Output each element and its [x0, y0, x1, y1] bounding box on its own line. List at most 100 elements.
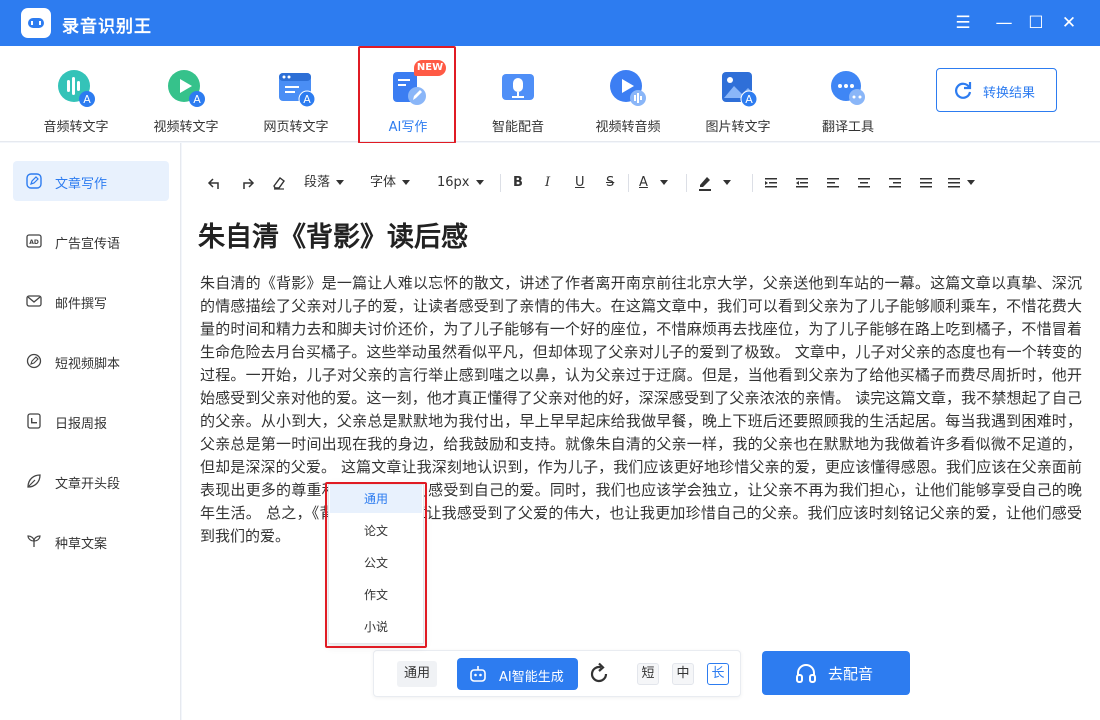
- font-color-icon: A: [639, 175, 648, 190]
- eraser-icon[interactable]: [271, 173, 287, 193]
- sidebar-item-article-writing[interactable]: 文章写作: [13, 161, 169, 201]
- chevron-down-icon: [336, 180, 345, 185]
- divider: [686, 174, 687, 192]
- align-justify-icon[interactable]: [919, 173, 933, 193]
- svg-text:A: A: [303, 93, 311, 106]
- align-right-icon[interactable]: [888, 173, 902, 193]
- tool-label: 网页转文字: [263, 120, 329, 135]
- tool-video-to-audio[interactable]: 视频转音频: [578, 46, 678, 142]
- sidebar-item-product-copy[interactable]: 种草文案: [13, 521, 169, 561]
- svg-text:A: A: [193, 93, 201, 106]
- title-bar: 录音识别王 ☰ — ☐ ✕: [0, 0, 1100, 46]
- headphones-icon: [796, 664, 816, 683]
- sidebar-item-label: 文章开头段: [55, 477, 121, 492]
- report-icon: [27, 413, 41, 429]
- chevron-down-icon: [723, 180, 731, 185]
- sidebar-item-label: 邮件撰写: [55, 297, 108, 312]
- sidebar-item-label: 广告宣传语: [55, 237, 121, 252]
- video-to-audio-icon: [610, 70, 646, 106]
- close-icon[interactable]: ✕: [1056, 10, 1082, 36]
- sidebar-item-label: 短视频脚本: [55, 357, 121, 372]
- tool-label: 图片转文字: [705, 120, 771, 135]
- align-left-icon[interactable]: [826, 173, 840, 193]
- smart-dubbing-icon: [502, 74, 534, 100]
- highlighter-icon: [699, 176, 711, 191]
- tool-audio-to-text[interactable]: A 音频转文字: [26, 46, 126, 142]
- minimize-icon[interactable]: —: [991, 10, 1017, 36]
- ai-generate-label: AI智能生成: [499, 670, 564, 685]
- tool-webpage-to-text[interactable]: A 网页转文字: [246, 46, 346, 142]
- dropdown-highlight: [325, 482, 427, 648]
- font-select[interactable]: 字体: [370, 173, 411, 193]
- convert-result-button[interactable]: 转换结果: [936, 68, 1057, 112]
- length-long[interactable]: 长: [707, 663, 729, 685]
- tool-label: 视频转音频: [595, 120, 661, 135]
- dub-button[interactable]: 去配音: [762, 651, 910, 695]
- app-window: 录音识别王 ☰ — ☐ ✕ A 音频转文字 A 视频转文字 A 网页转文字 AI…: [0, 0, 1100, 720]
- indent-decrease-icon[interactable]: [764, 173, 778, 193]
- indent-increase-icon[interactable]: [795, 173, 809, 193]
- svg-text:A: A: [83, 93, 91, 106]
- highlight-color-select[interactable]: [697, 173, 731, 193]
- line-height-select[interactable]: [947, 173, 975, 193]
- sidebar-item-opening-paragraph[interactable]: 文章开头段: [13, 461, 169, 501]
- strikethrough-button[interactable]: S: [606, 173, 614, 193]
- sidebar-item-video-script[interactable]: 短视频脚本: [13, 341, 169, 381]
- video-to-text-icon: A: [168, 70, 205, 107]
- undo-icon[interactable]: [207, 173, 223, 193]
- sidebar-item-email[interactable]: 邮件撰写: [13, 281, 169, 321]
- ad-icon: AD: [26, 234, 42, 248]
- convert-result-label: 转换结果: [983, 86, 1036, 101]
- maximize-icon[interactable]: ☐: [1023, 10, 1049, 36]
- length-short[interactable]: 短: [637, 663, 659, 685]
- underline-button[interactable]: U: [575, 173, 585, 193]
- divider: [752, 174, 753, 192]
- sprout-icon: [27, 535, 41, 547]
- ai-generate-button[interactable]: AI智能生成: [457, 658, 578, 690]
- chevron-down-icon: [402, 180, 411, 185]
- tool-smart-dubbing[interactable]: 智能配音: [468, 46, 568, 142]
- translate-icon: [831, 71, 865, 105]
- feature-toolbar: A 音频转文字 A 视频转文字 A 网页转文字 AI写作 NEW 智能配音 视频…: [0, 46, 1100, 144]
- tool-label: 音频转文字: [43, 120, 109, 135]
- divider: [628, 174, 629, 192]
- paragraph-select[interactable]: 段落: [304, 173, 345, 193]
- italic-button[interactable]: I: [545, 173, 550, 193]
- audio-to-text-icon: A: [58, 70, 95, 107]
- font-size-select[interactable]: 16px: [437, 173, 484, 193]
- line-height-icon: [948, 177, 960, 187]
- svg-text:AD: AD: [29, 239, 39, 246]
- edit-icon: [26, 173, 42, 189]
- image-to-text-icon: A: [722, 72, 758, 108]
- chevron-down-icon: [967, 180, 975, 185]
- bold-button[interactable]: B: [513, 173, 523, 193]
- sidebar-item-daily-weekly-report[interactable]: 日报周报: [13, 401, 169, 441]
- chevron-down-icon: [475, 180, 484, 185]
- robot-icon: [470, 666, 486, 682]
- length-medium[interactable]: 中: [672, 663, 694, 685]
- new-badge: NEW: [414, 60, 446, 76]
- tool-image-to-text[interactable]: A 图片转文字: [688, 46, 788, 142]
- style-select[interactable]: 通用: [397, 661, 437, 687]
- regenerate-icon[interactable]: [587, 662, 611, 686]
- sidebar-item-label: 日报周报: [55, 417, 108, 432]
- tool-video-to-text[interactable]: A 视频转文字: [136, 46, 236, 142]
- redo-icon[interactable]: [239, 173, 255, 193]
- tool-label: 视频转文字: [153, 120, 219, 135]
- align-center-icon[interactable]: [857, 173, 871, 193]
- menu-icon[interactable]: ☰: [950, 10, 976, 36]
- divider: [500, 174, 501, 192]
- script-icon: [26, 353, 42, 369]
- refresh-icon: [955, 82, 972, 99]
- tool-label: 智能配音: [491, 120, 544, 135]
- svg-text:A: A: [745, 93, 753, 106]
- sidebar-item-ad-slogan[interactable]: AD 广告宣传语: [13, 221, 169, 261]
- font-color-select[interactable]: A: [639, 173, 668, 193]
- tool-translate[interactable]: 翻译工具: [798, 46, 898, 142]
- format-toolbar: 段落 字体 16px B I U S A: [182, 165, 1100, 199]
- font-size-label: 16px: [437, 175, 470, 190]
- generation-bar: 通用 AI智能生成 短 中 长: [373, 650, 741, 697]
- document-title[interactable]: 朱自清《背影》读后感: [198, 215, 468, 254]
- paragraph-label: 段落: [304, 175, 331, 190]
- chevron-down-icon: [659, 180, 668, 185]
